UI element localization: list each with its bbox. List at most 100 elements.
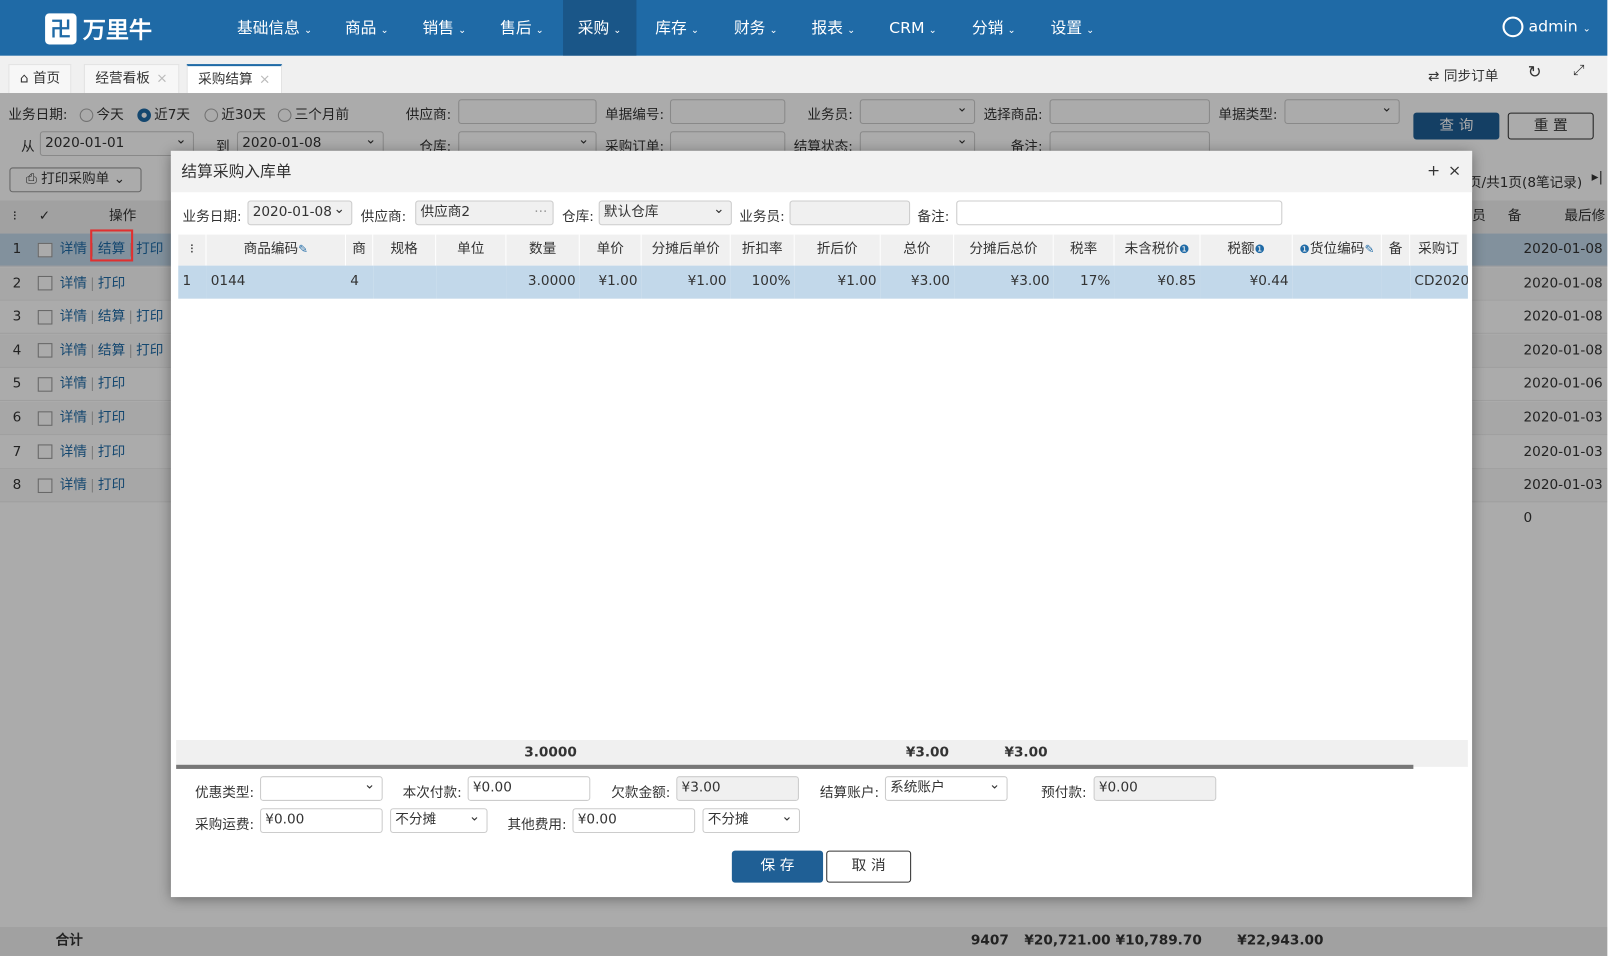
supplier-input[interactable]: 供应商2 ··· bbox=[415, 200, 554, 226]
home-icon: ⌂ bbox=[19, 71, 29, 87]
chevron-down-icon: ⌄ bbox=[535, 25, 544, 37]
table-cell[interactable]: ¥0.44 bbox=[1200, 265, 1293, 299]
date-select[interactable]: 2020-01-08 bbox=[247, 200, 353, 226]
menu-7[interactable]: 报表 ⌄ bbox=[797, 0, 870, 56]
menu-0[interactable]: 基础信息 ⌄ bbox=[222, 0, 326, 56]
chevron-down-icon: ⌄ bbox=[1007, 25, 1016, 37]
table-cell[interactable] bbox=[436, 265, 507, 299]
menu-9[interactable]: 分销 ⌄ bbox=[957, 0, 1030, 56]
column-header[interactable]: 采购订 bbox=[1410, 234, 1468, 266]
info-icon: ❶ bbox=[1254, 242, 1265, 257]
table-cell[interactable]: 4 bbox=[346, 265, 374, 299]
column-header[interactable]: 数量 bbox=[506, 234, 580, 266]
column-header[interactable]: 商品编码✎ bbox=[206, 234, 347, 266]
column-header[interactable]: 总价 bbox=[880, 234, 955, 266]
table-cell[interactable]: 17% bbox=[1053, 265, 1115, 299]
warehouse-select[interactable]: 默认仓库 bbox=[598, 200, 732, 226]
chevron-down-icon: ⌄ bbox=[690, 25, 699, 37]
freight-input[interactable]: ¥0.00 bbox=[260, 808, 383, 834]
column-header[interactable]: 未含税价❶ bbox=[1114, 234, 1201, 266]
debt-input: ¥3.00 bbox=[676, 776, 799, 801]
table-cell[interactable] bbox=[1292, 265, 1382, 299]
close-icon[interactable]: × bbox=[259, 72, 270, 88]
table-cell[interactable]: CD20200 bbox=[1410, 265, 1468, 299]
column-header[interactable]: ❶货位编码✎ bbox=[1292, 234, 1382, 266]
table-cell[interactable]: ¥1.00 bbox=[641, 265, 731, 299]
tab-dashboard[interactable]: 经营看板 × bbox=[83, 64, 180, 94]
table-cell[interactable]: 0144 bbox=[206, 265, 347, 299]
table-cell[interactable]: 3.0000 bbox=[506, 265, 580, 299]
table-cell[interactable]: 1 bbox=[178, 265, 207, 299]
table-cell[interactable]: ¥1.00 bbox=[794, 265, 881, 299]
table-cell[interactable] bbox=[373, 265, 437, 299]
column-header[interactable]: 备 bbox=[1381, 234, 1411, 266]
close-icon[interactable]: × bbox=[156, 71, 167, 87]
column-header[interactable]: 分摊后总价 bbox=[954, 234, 1054, 266]
menu-3[interactable]: 售后 ⌄ bbox=[485, 0, 558, 56]
column-header[interactable]: 规格 bbox=[373, 234, 437, 266]
top-nav: 卍万里牛 基础信息 ⌄ 商品 ⌄ 销售 ⌄ 售后 ⌄ 采购 ⌄ 库存 ⌄ 财务 ⌄ 报表 ⌄ CRM ⌄ 分销 ⌄ 设置… bbox=[0, 0, 1608, 56]
edit-icon: ✎ bbox=[298, 242, 308, 257]
maximize-icon[interactable]: + bbox=[1427, 161, 1440, 180]
tab-purchase-settle[interactable]: 采购结算 × bbox=[186, 64, 282, 94]
chevron-down-icon: ⌄ bbox=[380, 25, 389, 37]
table-cell[interactable]: ¥1.00 bbox=[579, 265, 642, 299]
discount-type-select[interactable] bbox=[260, 776, 383, 801]
cancel-button[interactable]: 取 消 bbox=[826, 850, 912, 883]
chevron-down-icon: ⌄ bbox=[928, 25, 937, 37]
menu-6[interactable]: 财务 ⌄ bbox=[719, 0, 792, 56]
refresh-icon[interactable]: ↻ bbox=[1528, 62, 1542, 82]
freight-alloc-select[interactable]: 不分摊 bbox=[390, 808, 488, 834]
table-cell[interactable]: ¥0.85 bbox=[1114, 265, 1201, 299]
close-icon[interactable]: × bbox=[1448, 161, 1461, 180]
fullscreen-icon[interactable]: ⤢ bbox=[1573, 62, 1585, 79]
other-alloc-select[interactable]: 不分摊 bbox=[702, 808, 801, 834]
column-header[interactable]: 商 bbox=[346, 234, 374, 266]
menu-1[interactable]: 商品 ⌄ bbox=[330, 0, 403, 56]
table-cell[interactable]: ¥3.00 bbox=[880, 265, 955, 299]
edit-icon: ✎ bbox=[1364, 242, 1375, 257]
column-header[interactable]: ⁝ bbox=[178, 234, 207, 266]
dialog-title: 结算采购入库单 bbox=[170, 150, 1473, 193]
other-fee-input[interactable]: ¥0.00 bbox=[572, 808, 696, 834]
highlight-box bbox=[90, 229, 134, 262]
info-icon: ❶ bbox=[1299, 242, 1310, 257]
account-select[interactable]: 系统账户 bbox=[884, 776, 1008, 801]
prepay-input: ¥0.00 bbox=[1093, 776, 1217, 801]
column-header[interactable]: 税率 bbox=[1053, 234, 1115, 266]
menu-4[interactable]: 采购 ⌄ bbox=[563, 0, 636, 56]
menu-5[interactable]: 库存 ⌄ bbox=[641, 0, 714, 56]
chevron-down-icon: ⌄ bbox=[847, 25, 856, 37]
menu-10[interactable]: 设置 ⌄ bbox=[1036, 0, 1109, 56]
column-header[interactable]: 折后价 bbox=[794, 234, 881, 266]
sync-icon: ⇄ bbox=[1428, 69, 1440, 85]
column-header[interactable]: 税额❶ bbox=[1200, 234, 1293, 266]
user-icon bbox=[1502, 16, 1524, 38]
summary-row: 3.0000 ¥3.00 ¥3.00 bbox=[176, 739, 1468, 767]
column-header[interactable]: 单位 bbox=[436, 234, 507, 266]
menu-2[interactable]: 销售 ⌄ bbox=[408, 0, 481, 56]
logo-icon: 卍 bbox=[45, 13, 77, 45]
info-icon: ❶ bbox=[1179, 242, 1190, 257]
payment-input[interactable]: ¥0.00 bbox=[467, 776, 591, 801]
column-header[interactable]: 单价 bbox=[579, 234, 642, 266]
logo[interactable]: 卍万里牛 bbox=[45, 12, 152, 45]
horizontal-scrollbar[interactable] bbox=[176, 764, 1414, 769]
settle-dialog: 结算采购入库单 + × 业务日期: 2020-01-08 供应商: 供应商2··… bbox=[170, 150, 1473, 898]
table-cell[interactable]: 100% bbox=[730, 265, 795, 299]
user-menu[interactable]: admin ⌄ bbox=[1502, 16, 1591, 38]
table-cell[interactable] bbox=[1381, 265, 1411, 299]
column-header[interactable]: 分摊后单价 bbox=[641, 234, 731, 266]
column-header[interactable]: 折扣率 bbox=[730, 234, 795, 266]
tab-home[interactable]: ⌂ 首页 bbox=[8, 64, 72, 94]
remark-input[interactable] bbox=[956, 200, 1283, 226]
sync-orders-button[interactable]: ⇄ 同步订单 bbox=[1428, 65, 1498, 85]
chevron-down-icon: ⌄ bbox=[1086, 25, 1095, 37]
chevron-down-icon: ⌄ bbox=[458, 25, 467, 37]
chevron-down-icon: ⌄ bbox=[769, 25, 778, 37]
menu-8[interactable]: CRM ⌄ bbox=[874, 0, 951, 56]
table-cell[interactable]: ¥3.00 bbox=[954, 265, 1054, 299]
chevron-down-icon: ⌄ bbox=[613, 25, 622, 37]
staff-input[interactable] bbox=[789, 200, 911, 226]
save-button[interactable]: 保 存 bbox=[731, 850, 824, 883]
